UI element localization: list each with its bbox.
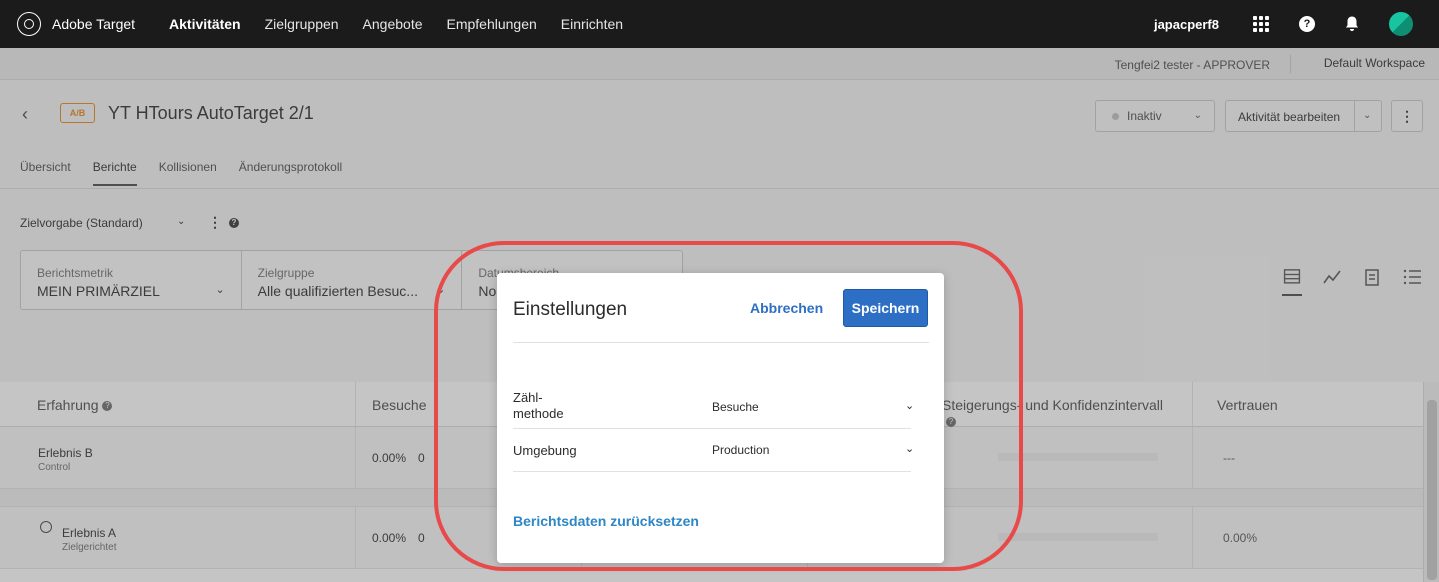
adobe-target-logo-icon[interactable] [17, 12, 41, 36]
counting-method-label: Zähl- methode [513, 390, 564, 421]
top-nav: Adobe Target Aktivitäten Zielgruppen Ang… [0, 0, 1439, 48]
chevron-down-icon[interactable]: ⌄ [905, 442, 914, 455]
settings-dialog: Einstellungen Abbrechen Speichern Zähl- … [497, 273, 944, 563]
environment-row: Umgebung Production ⌄ [513, 429, 914, 472]
bell-icon[interactable] [1345, 16, 1359, 32]
save-button[interactable]: Speichern [843, 289, 928, 327]
counting-method-select[interactable]: Besuche [712, 400, 759, 414]
brand-name[interactable]: Adobe Target [52, 16, 135, 32]
chevron-down-icon[interactable]: ⌄ [905, 399, 914, 412]
nav-item-audiences[interactable]: Zielgruppen [265, 16, 339, 32]
app-switcher-icon[interactable] [1253, 16, 1269, 32]
counting-method-row: Zähl- methode Besuche ⌄ [513, 385, 914, 429]
reset-report-data-link[interactable]: Berichtsdaten zurücksetzen [513, 513, 699, 529]
nav-item-setup[interactable]: Einrichten [561, 16, 623, 32]
nav-item-recommendations[interactable]: Empfehlungen [447, 16, 537, 32]
divider [513, 342, 929, 343]
environment-select[interactable]: Production [712, 443, 769, 457]
environment-label: Umgebung [513, 443, 577, 458]
cancel-button[interactable]: Abbrechen [750, 300, 823, 316]
nav-item-activities[interactable]: Aktivitäten [169, 16, 241, 32]
nav-item-offers[interactable]: Angebote [363, 16, 423, 32]
avatar[interactable] [1389, 12, 1413, 36]
dialog-title: Einstellungen [513, 299, 628, 320]
user-name[interactable]: japacperf8 [1154, 17, 1219, 32]
help-icon[interactable]: ? [1299, 16, 1315, 32]
